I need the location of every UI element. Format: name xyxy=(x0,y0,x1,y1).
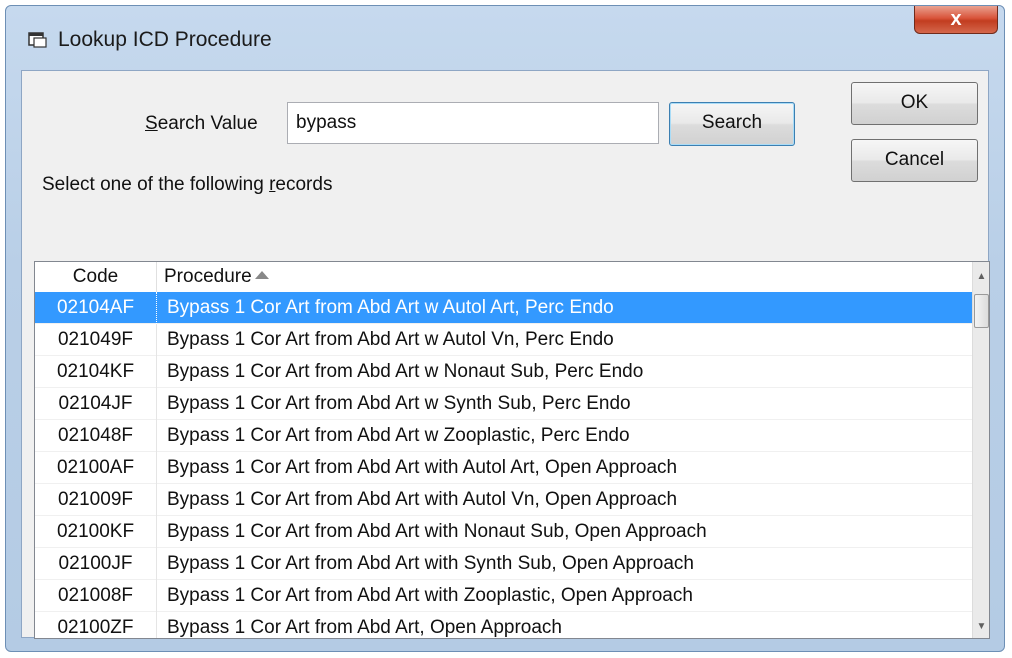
cell-code: 02104KF xyxy=(35,356,157,388)
table-row[interactable]: 02104JF Bypass 1 Cor Art from Abd Art w S… xyxy=(35,388,972,420)
cell-code: 02100ZF xyxy=(35,612,157,638)
cell-code: 021049F xyxy=(35,324,157,356)
cell-procedure: Bypass 1 Cor Art from Abd Art w Synth Su… xyxy=(167,393,631,414)
title-bar[interactable]: Lookup ICD Procedure x xyxy=(6,6,1004,74)
table-row[interactable]: 02100JF Bypass 1 Cor Art from Abd Art wit… xyxy=(35,548,972,580)
cell-code: 02104JF xyxy=(35,388,157,420)
cell-procedure: Bypass 1 Cor Art from Abd Art with Autol… xyxy=(167,457,678,478)
cell-code: 021008F xyxy=(35,580,157,612)
table-row[interactable]: 021009F Bypass 1 Cor Art from Abd Art wit… xyxy=(35,484,972,516)
table-row[interactable]: 021048F Bypass 1 Cor Art from Abd Art w Z… xyxy=(35,420,972,452)
column-header-code[interactable]: Code xyxy=(35,262,157,292)
vertical-scrollbar[interactable]: ▲ ▼ xyxy=(972,262,989,638)
cell-code: 021048F xyxy=(35,420,157,452)
cell-procedure: Bypass 1 Cor Art from Abd Art w Autol Ar… xyxy=(167,297,614,318)
lookup-dialog: Lookup ICD Procedure x Search Value Sear… xyxy=(5,5,1005,652)
dialog-body: Search Value Search OK Cancel Select one… xyxy=(21,70,990,639)
sort-up-icon xyxy=(254,271,269,279)
cell-procedure: Bypass 1 Cor Art from Abd Art with Synth… xyxy=(167,553,694,574)
scrollbar-thumb[interactable] xyxy=(974,294,989,328)
close-icon: x xyxy=(950,8,962,30)
cell-procedure: Bypass 1 Cor Art from Abd Art, Open Appr… xyxy=(167,617,562,638)
cell-code: 02104AF xyxy=(35,292,157,324)
ok-button[interactable]: OK xyxy=(851,82,978,125)
table-row[interactable]: 02100ZF Bypass 1 Cor Art from Abd Art, Op… xyxy=(35,612,972,638)
scroll-down-icon[interactable]: ▼ xyxy=(973,618,989,636)
cell-code: 021009F xyxy=(35,484,157,516)
cell-procedure: Bypass 1 Cor Art from Abd Art w Autol Vn… xyxy=(167,329,614,350)
cancel-button[interactable]: Cancel xyxy=(851,139,978,182)
table-row[interactable]: 02100KF Bypass 1 Cor Art from Abd Art wit… xyxy=(35,516,972,548)
search-value-label: Search Value xyxy=(145,113,258,134)
search-input[interactable] xyxy=(287,102,659,144)
list-rows: 02104AF Bypass 1 Cor Art from Abd Art w A… xyxy=(35,292,972,638)
window-title: Lookup ICD Procedure xyxy=(58,28,272,51)
cell-procedure: Bypass 1 Cor Art from Abd Art with Zoopl… xyxy=(167,585,693,606)
list-header: Code Procedure xyxy=(35,262,972,293)
search-button[interactable]: Search xyxy=(669,102,795,146)
table-row[interactable]: 021008F Bypass 1 Cor Art from Abd Art wit… xyxy=(35,580,972,612)
column-header-procedure[interactable]: Procedure xyxy=(157,262,972,292)
table-row[interactable]: 02104AF Bypass 1 Cor Art from Abd Art w A… xyxy=(35,292,972,324)
cell-procedure: Bypass 1 Cor Art from Abd Art with Nonau… xyxy=(167,521,707,542)
window-icon xyxy=(28,32,47,48)
records-list[interactable]: Code Procedure 02104AF Bypass 1 Cor Art f… xyxy=(34,261,990,639)
cell-code: 02100KF xyxy=(35,516,157,548)
cell-code: 02100JF xyxy=(35,548,157,580)
cell-procedure: Bypass 1 Cor Art from Abd Art w Zooplast… xyxy=(167,425,630,446)
cell-code: 02100AF xyxy=(35,452,157,484)
scroll-up-icon[interactable]: ▲ xyxy=(973,268,989,286)
cell-procedure: Bypass 1 Cor Art from Abd Art w Nonaut S… xyxy=(167,361,644,382)
cell-procedure: Bypass 1 Cor Art from Abd Art with Autol… xyxy=(167,489,678,510)
close-button[interactable]: x xyxy=(914,6,998,34)
instructions-label: Select one of the following records xyxy=(42,174,333,195)
table-row[interactable]: 02104KF Bypass 1 Cor Art from Abd Art w N… xyxy=(35,356,972,388)
table-row[interactable]: 02100AF Bypass 1 Cor Art from Abd Art wit… xyxy=(35,452,972,484)
table-row[interactable]: 021049F Bypass 1 Cor Art from Abd Art w A… xyxy=(35,324,972,356)
